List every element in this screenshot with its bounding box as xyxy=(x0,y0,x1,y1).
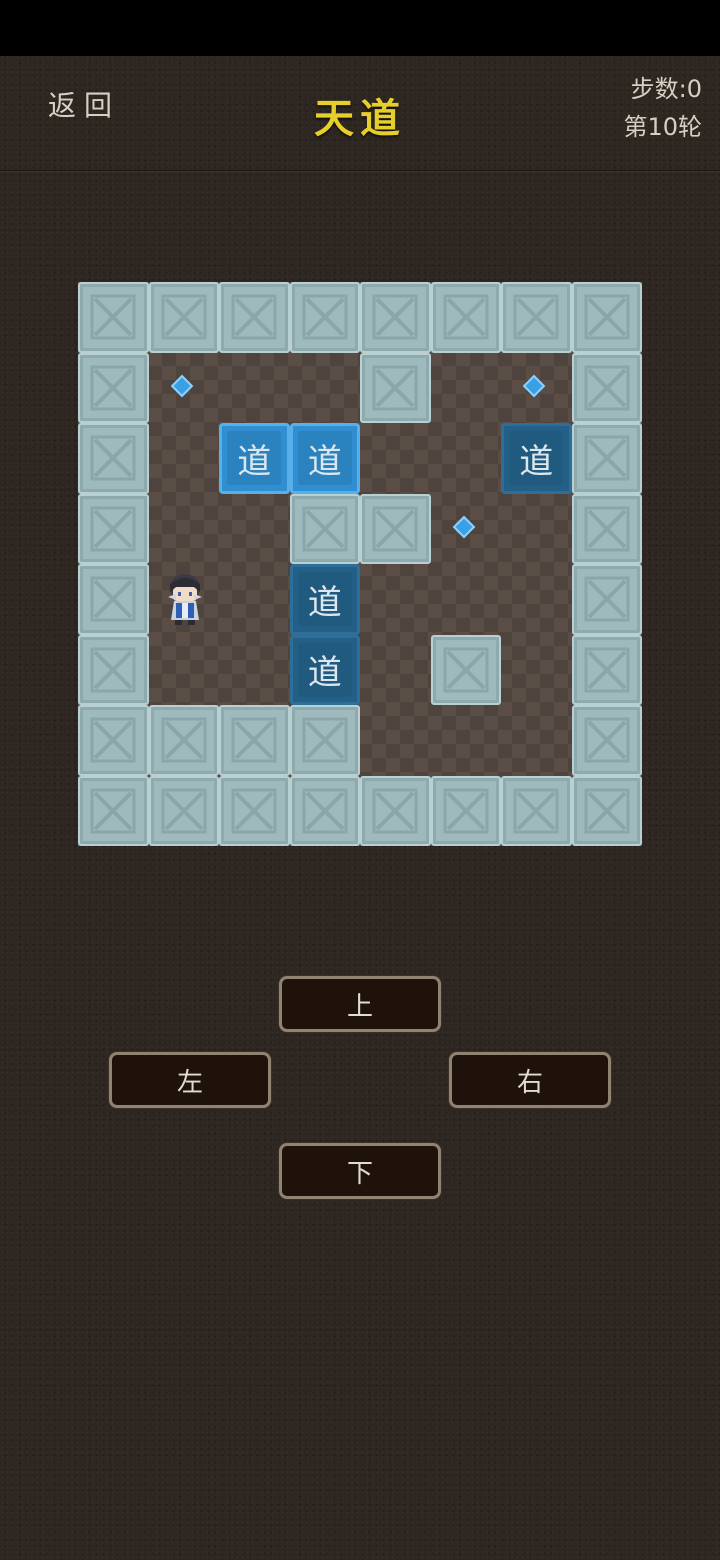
crate-x-icon xyxy=(90,506,136,551)
wall-tile xyxy=(78,493,149,564)
crate-x-icon xyxy=(443,788,488,833)
wall-tile xyxy=(360,282,431,353)
up-button[interactable]: 上 xyxy=(279,976,441,1032)
wall-tile xyxy=(148,282,219,353)
wall-tile xyxy=(219,282,290,353)
crate-x-icon xyxy=(231,294,277,340)
crate-x-icon xyxy=(513,788,559,833)
wall-tile xyxy=(289,282,360,353)
wall-tile xyxy=(571,634,642,705)
wall-tile xyxy=(78,775,149,846)
wall-tile xyxy=(501,775,572,846)
box-label: 道 xyxy=(509,431,564,486)
wall-tile xyxy=(430,634,501,705)
page-title: 天道 xyxy=(314,95,406,142)
wall-tile xyxy=(571,282,642,353)
wall-tile xyxy=(78,634,149,705)
crate-x-icon xyxy=(372,506,418,551)
crate-x-icon xyxy=(372,294,418,340)
round-counter: 第10轮 xyxy=(623,113,702,141)
push-box: 道 xyxy=(219,423,290,494)
wall-tile xyxy=(148,775,219,846)
crate-x-icon xyxy=(231,788,277,833)
wall-tile xyxy=(78,423,149,494)
crate-x-icon xyxy=(90,788,136,833)
crate-x-icon xyxy=(161,788,206,833)
crate-x-icon xyxy=(302,717,347,763)
stats-panel: 步数:0 第10轮 xyxy=(623,70,702,146)
header: 返回 天道 步数:0 第10轮 xyxy=(0,56,720,172)
crate-x-icon xyxy=(231,717,277,763)
down-button[interactable]: 下 xyxy=(279,1143,441,1199)
crate-x-icon xyxy=(584,788,629,833)
crate-x-icon xyxy=(90,365,136,410)
game-board[interactable]: 道道道道道 xyxy=(78,282,642,846)
wall-tile xyxy=(360,352,431,423)
crate-x-icon xyxy=(302,506,347,551)
wall-tile xyxy=(78,705,149,776)
crate-x-icon xyxy=(443,647,488,692)
box-label: 道 xyxy=(297,642,352,697)
wall-tile xyxy=(219,775,290,846)
character-icon xyxy=(167,574,202,625)
push-box: 道 xyxy=(289,423,360,494)
wall-tile xyxy=(571,775,642,846)
wall-tile xyxy=(360,775,431,846)
crate-x-icon xyxy=(584,647,629,692)
crate-x-icon xyxy=(443,294,488,340)
crate-x-icon xyxy=(302,294,347,340)
wall-tile xyxy=(219,705,290,776)
crate-x-icon xyxy=(584,717,629,763)
player-character xyxy=(161,570,209,632)
crate-x-icon xyxy=(584,435,629,481)
push-box-on-target: 道 xyxy=(289,564,360,635)
crate-x-icon xyxy=(584,365,629,410)
target-marker xyxy=(170,374,194,398)
left-button[interactable]: 左 xyxy=(109,1052,271,1108)
crate-x-icon xyxy=(372,365,418,410)
crate-x-icon xyxy=(90,435,136,481)
crate-x-icon xyxy=(90,717,136,763)
wall-tile xyxy=(501,282,572,353)
wall-tile xyxy=(78,564,149,635)
status-bar xyxy=(0,0,720,56)
wall-tile xyxy=(289,705,360,776)
header-divider xyxy=(0,170,720,172)
target-marker xyxy=(452,515,476,539)
wall-tile xyxy=(571,423,642,494)
wall-tile xyxy=(78,352,149,423)
crate-x-icon xyxy=(302,788,347,833)
wall-tile xyxy=(430,775,501,846)
box-label: 道 xyxy=(297,572,352,627)
crate-x-icon xyxy=(584,294,629,340)
wall-tile xyxy=(289,775,360,846)
crate-x-icon xyxy=(161,294,206,340)
crate-x-icon xyxy=(584,576,629,622)
crate-x-icon xyxy=(90,294,136,340)
wall-tile xyxy=(571,493,642,564)
crate-x-icon xyxy=(90,647,136,692)
push-box-on-target: 道 xyxy=(501,423,572,494)
wall-tile xyxy=(148,705,219,776)
crate-x-icon xyxy=(372,788,418,833)
push-box-on-target: 道 xyxy=(289,634,360,705)
wall-tile xyxy=(571,352,642,423)
target-marker xyxy=(522,374,546,398)
wall-tile xyxy=(571,705,642,776)
wall-tile xyxy=(78,282,149,353)
steps-counter: 步数:0 xyxy=(630,75,702,103)
box-label: 道 xyxy=(297,431,352,486)
crate-x-icon xyxy=(161,717,206,763)
wall-tile xyxy=(571,564,642,635)
crate-x-icon xyxy=(90,576,136,622)
right-button[interactable]: 右 xyxy=(449,1052,611,1108)
crate-x-icon xyxy=(513,294,559,340)
wall-tile xyxy=(289,493,360,564)
wall-tile xyxy=(430,282,501,353)
box-label: 道 xyxy=(227,431,282,486)
crate-x-icon xyxy=(584,506,629,551)
wall-tile xyxy=(360,493,431,564)
